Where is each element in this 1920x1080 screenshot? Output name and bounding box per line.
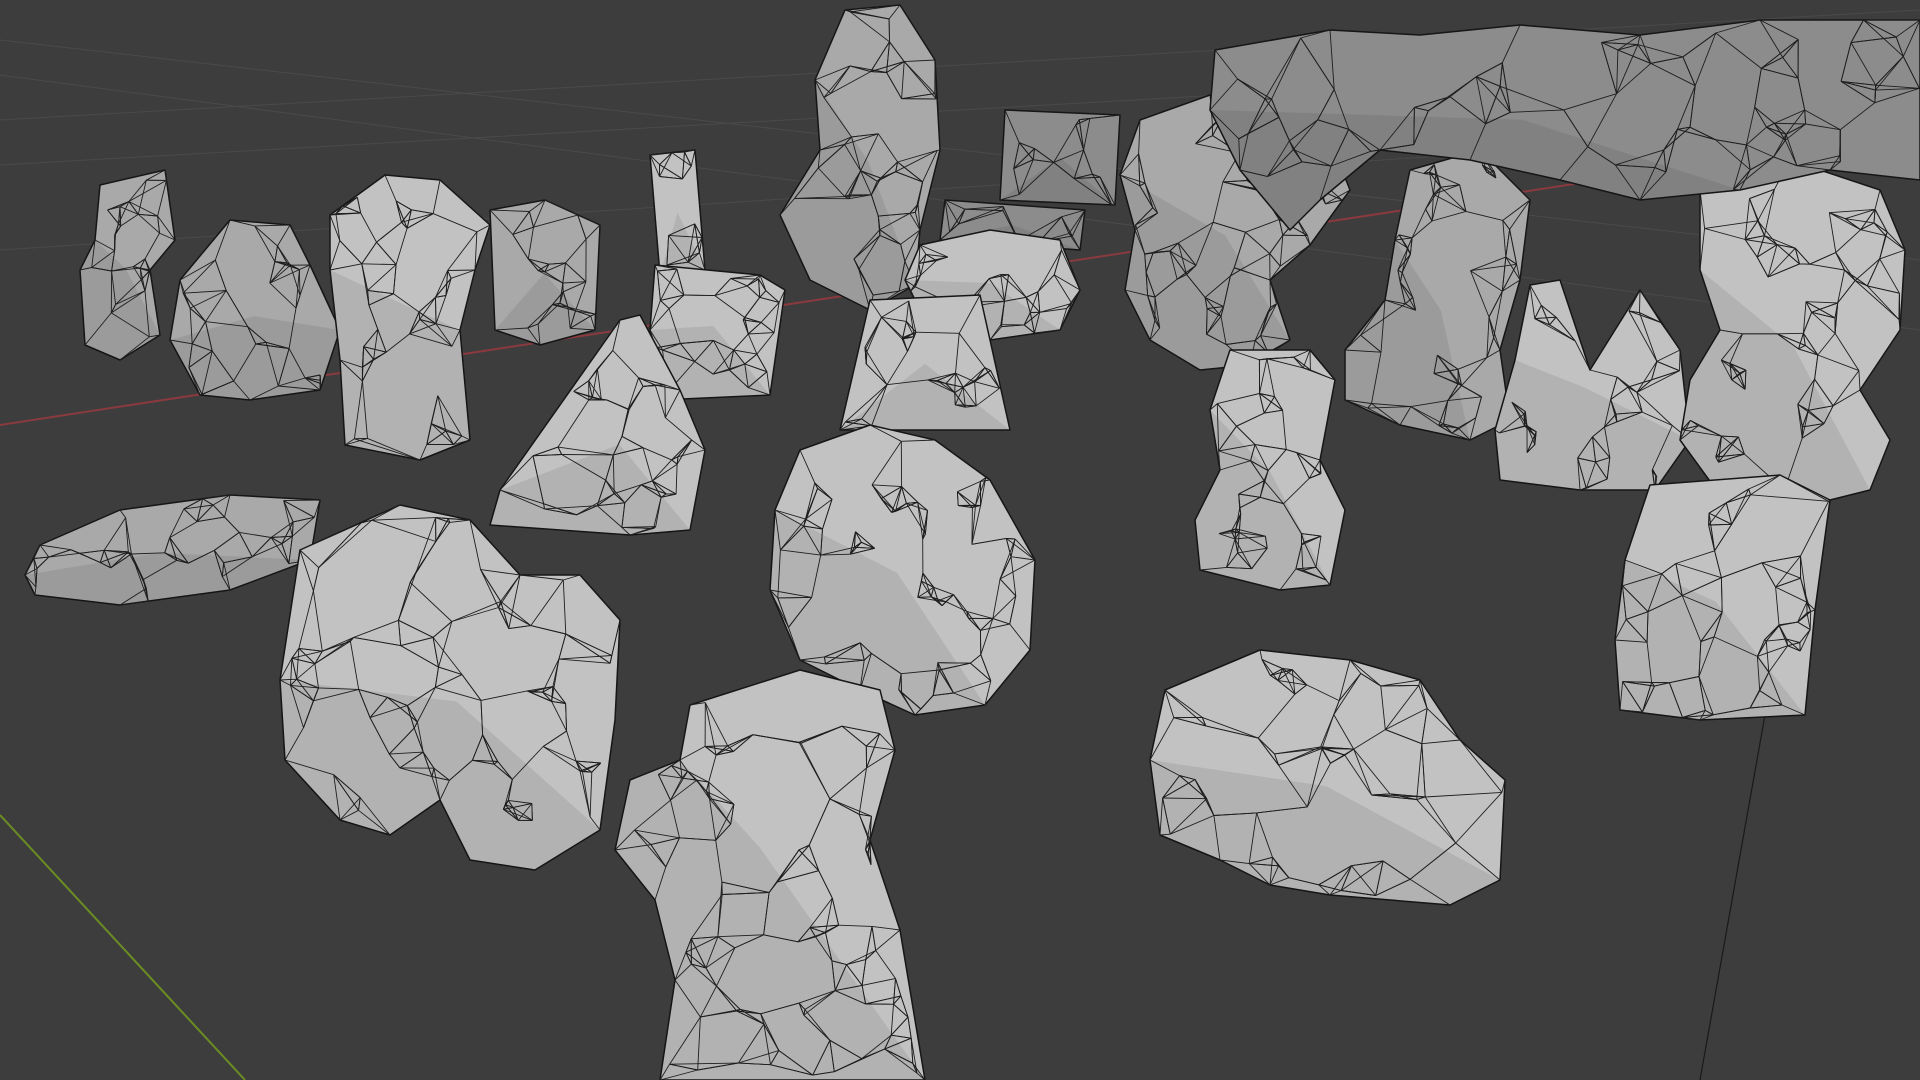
rock-slab-sign[interactable] — [999, 109, 1121, 206]
rock-cross-pillar[interactable] — [329, 174, 491, 461]
3d-viewport[interactable] — [0, 0, 1920, 1080]
rock-stacked-column-right[interactable] — [1194, 349, 1346, 591]
rock-thin-pillar[interactable] — [649, 149, 706, 276]
rock-block-cluster[interactable] — [169, 219, 341, 401]
y-axis-line — [0, 814, 246, 1080]
viewport-scene[interactable] — [0, 0, 1920, 1080]
rock-pillar-stacked-left[interactable] — [79, 169, 176, 361]
rock-twin-pillar[interactable] — [489, 199, 601, 346]
rock-frustum[interactable] — [839, 294, 1011, 431]
rock-flat-slab-left[interactable] — [24, 494, 321, 606]
rock-twisted-column-front[interactable] — [614, 669, 926, 1080]
rock-tall-spine[interactable] — [1344, 149, 1531, 441]
mesh-objects[interactable] — [24, 4, 1920, 1080]
rock-spire-pair[interactable] — [1494, 279, 1691, 491]
rock-big-cube-right[interactable] — [1614, 474, 1831, 721]
rock-boulder-center[interactable] — [769, 424, 1036, 716]
object-origin-guide-line — [1699, 714, 1766, 1080]
rock-large-boulder-left[interactable] — [279, 504, 621, 871]
rock-right-boulders[interactable] — [1679, 159, 1906, 506]
rock-hexagon-cluster[interactable] — [1149, 649, 1506, 906]
